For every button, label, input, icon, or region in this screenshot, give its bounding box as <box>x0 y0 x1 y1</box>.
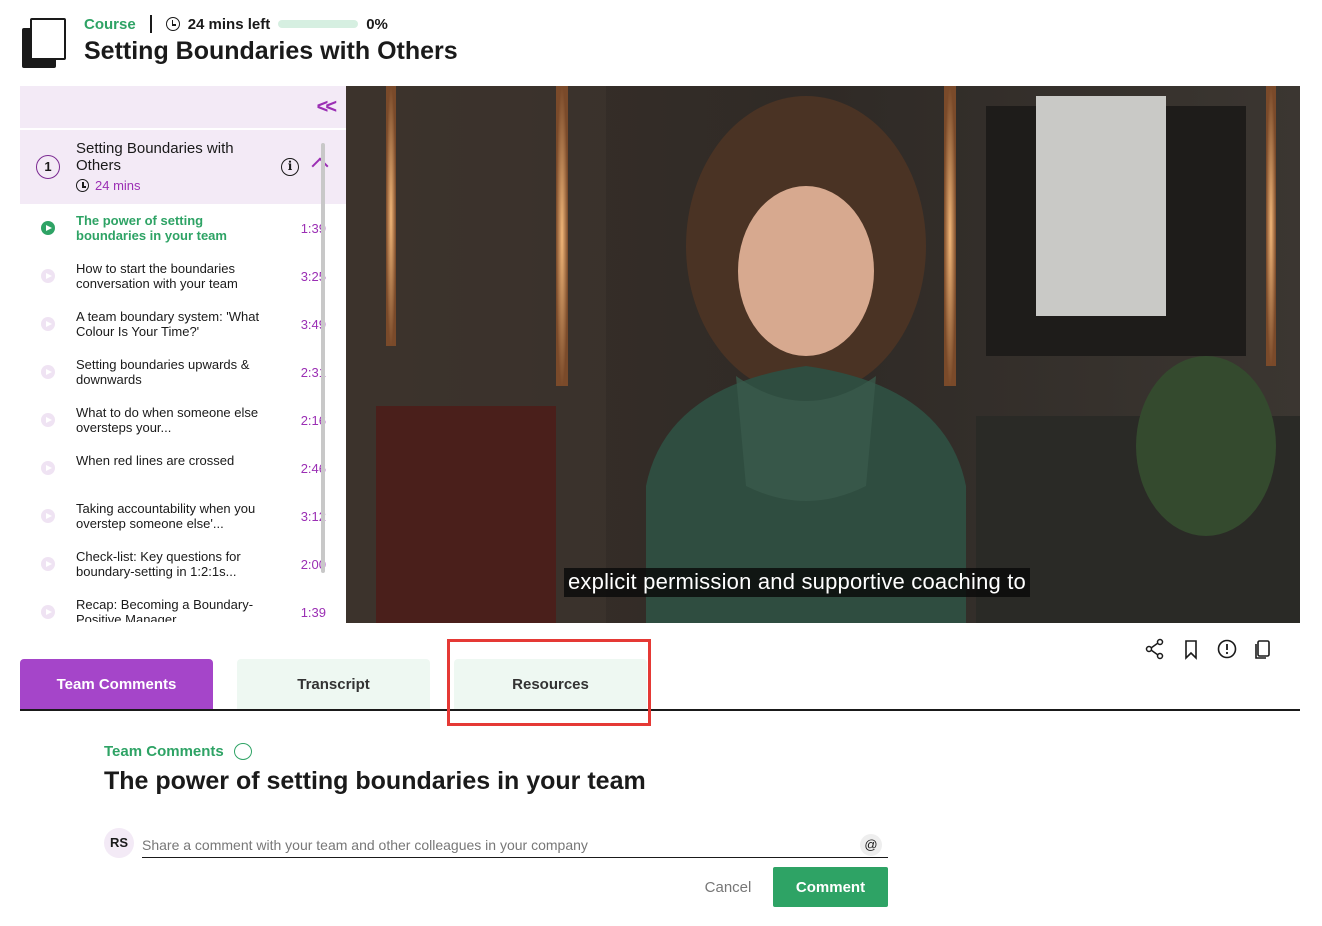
lesson-heading: The power of setting boundaries in your … <box>104 767 646 795</box>
mention-icon[interactable]: @ <box>860 834 882 856</box>
tab-team-comments[interactable]: Team Comments <box>20 659 213 709</box>
play-icon <box>41 317 55 331</box>
lesson-item[interactable]: Recap: Becoming a Boundary-Positive Mana… <box>20 588 346 622</box>
sidebar-toolbar: << <box>20 86 346 128</box>
course-label: Course <box>84 15 136 33</box>
clock-icon <box>165 17 180 31</box>
play-icon <box>41 269 55 283</box>
play-icon <box>41 461 55 475</box>
comments-section-label: Team Comments <box>104 743 252 760</box>
time-left: 24 mins left <box>187 15 271 33</box>
clock-icon <box>76 179 89 192</box>
highlight-box <box>447 639 651 726</box>
progress-text: 0% <box>366 15 388 33</box>
video-player[interactable]: explicit permission and supportive coach… <box>346 86 1300 623</box>
bookmark-icon[interactable] <box>1180 638 1202 660</box>
course-meta: Course 24 mins left 0% <box>84 14 388 34</box>
section-duration-text: 24 mins <box>95 178 141 193</box>
lesson-title: The power of setting boundaries in your … <box>76 213 227 243</box>
section-title: Setting Boundaries with Others <box>76 140 234 174</box>
avatar: RS <box>104 828 134 858</box>
play-icon <box>41 605 55 619</box>
course-logo-icon <box>22 18 66 68</box>
lesson-item[interactable]: How to start the boundaries conversation… <box>20 252 346 300</box>
play-icon <box>41 557 55 571</box>
share-icon[interactable] <box>1144 638 1166 660</box>
lesson-item[interactable]: What to do when someone else oversteps y… <box>20 396 346 444</box>
lesson-title: What to do when someone else oversteps y… <box>76 405 259 435</box>
comment-input[interactable] <box>142 832 888 858</box>
cancel-button[interactable]: Cancel <box>697 867 759 907</box>
progress-bar <box>278 20 359 28</box>
lesson-item[interactable]: Check-list: Key questions for boundary-s… <box>20 540 346 588</box>
lesson-title: Taking accountability when you overstep … <box>76 501 256 531</box>
divider <box>149 15 152 33</box>
tab-transcript[interactable]: Transcript <box>237 659 430 709</box>
lesson-item[interactable]: A team boundary system: 'What Colour Is … <box>20 300 346 348</box>
sidebar-scrollbar[interactable] <box>321 143 325 573</box>
section-number: 1 <box>36 155 60 179</box>
lesson-item[interactable]: Setting boundaries upwards & downwards 2:… <box>20 348 346 396</box>
lesson-title: Recap: Becoming a Boundary-Positive Mana… <box>76 597 254 622</box>
page-title: Setting Boundaries with Others <box>84 37 458 65</box>
comment-button[interactable]: Comment <box>773 867 888 907</box>
lesson-title: How to start the boundaries conversation… <box>76 261 238 291</box>
info-icon[interactable]: i <box>281 158 299 176</box>
copy-icon[interactable] <box>1252 638 1274 660</box>
lesson-duration: 1:39 <box>300 605 326 620</box>
report-icon[interactable] <box>1216 638 1238 660</box>
section-header[interactable]: 1 Setting Boundaries with Others 24 mins… <box>20 130 346 204</box>
lesson-item[interactable]: The power of setting boundaries in your … <box>20 204 346 252</box>
comments-label-text: Team Comments <box>104 743 224 760</box>
video-caption: explicit permission and supportive coach… <box>564 568 1030 597</box>
course-header: Course 24 mins left 0% Setting Boundarie… <box>0 0 1322 86</box>
video-frame <box>346 86 1300 623</box>
play-icon <box>41 365 55 379</box>
play-icon <box>41 413 55 427</box>
content-tabs: Team Comments Transcript Resources <box>20 659 1300 711</box>
course-sidebar: << 1 Setting Boundaries with Others 24 m… <box>20 86 346 622</box>
chevron-up-icon[interactable] <box>311 157 329 175</box>
lesson-list: The power of setting boundaries in your … <box>20 204 346 622</box>
double-chevron-left-icon[interactable]: << <box>317 96 337 119</box>
play-icon <box>41 509 55 523</box>
section-duration: 24 mins <box>76 178 141 193</box>
lesson-title: When red lines are crossed <box>76 453 235 468</box>
lesson-title: Check-list: Key questions for boundary-s… <box>76 549 241 579</box>
lesson-item[interactable]: Taking accountability when you overstep … <box>20 492 346 540</box>
speech-bubble-icon <box>233 743 252 760</box>
lesson-title: Setting boundaries upwards & downwards <box>76 357 250 387</box>
play-icon <box>41 221 55 235</box>
lesson-title: A team boundary system: 'What Colour Is … <box>76 309 260 339</box>
video-actions <box>1144 638 1274 660</box>
lesson-item[interactable]: When red lines are crossed 2:46 <box>20 444 346 492</box>
